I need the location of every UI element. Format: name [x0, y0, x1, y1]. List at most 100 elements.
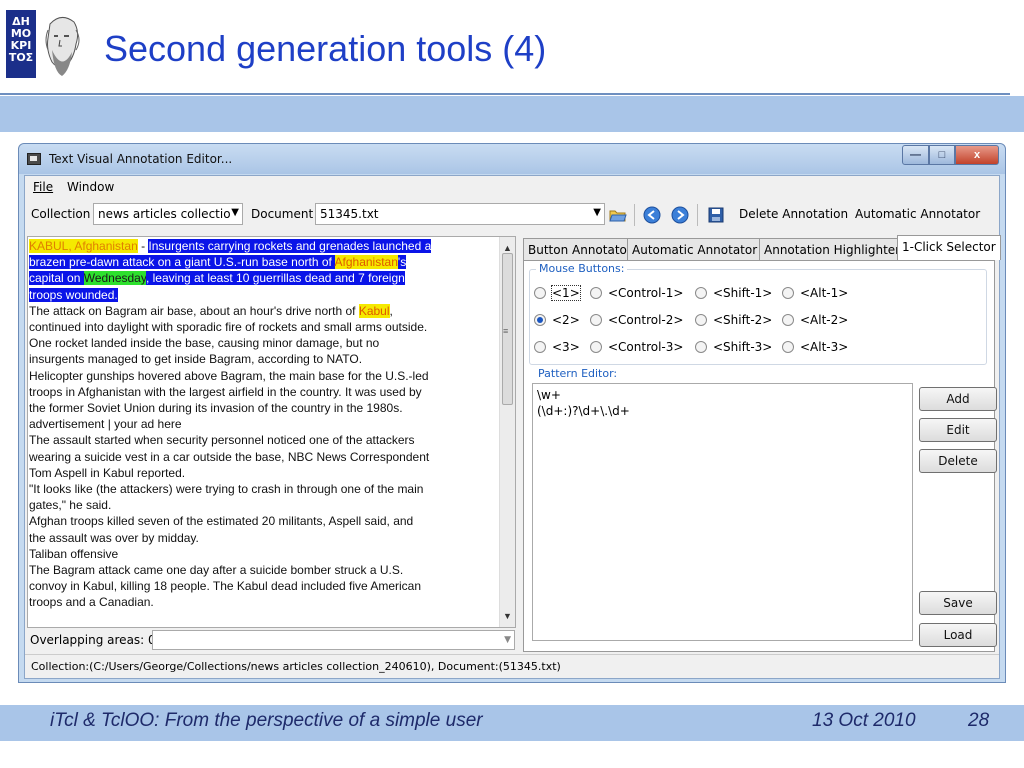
pattern-editor-textarea[interactable]: \w+ (\d+:)?\d+\.\d+	[532, 383, 913, 641]
radio-shift-3[interactable]: <Shift-3>	[695, 340, 772, 354]
radio-icon	[782, 341, 794, 353]
maximize-button[interactable]: □	[929, 145, 955, 165]
radio-icon	[590, 314, 602, 326]
footer-date: 13 Oct 2010	[812, 710, 916, 731]
app-window: Text Visual Annotation Editor... — □ x F…	[18, 143, 1006, 683]
chevron-down-icon: ▼	[231, 207, 239, 218]
window-controls: — □ x	[902, 145, 999, 165]
tab-content-1-click-selector: Mouse Buttons: <1> <Control-1> <Shift-1>…	[523, 260, 997, 652]
radio-icon	[695, 314, 707, 326]
automatic-annotator-button[interactable]: Automatic Annotator	[855, 207, 980, 221]
toolbar: Collection news articles collectio ▼ Doc…	[25, 198, 999, 230]
save-disk-icon[interactable]	[707, 206, 725, 224]
radio-icon	[695, 287, 707, 299]
radio-icon	[590, 287, 602, 299]
radio-shift-1[interactable]: <Shift-1>	[695, 286, 772, 300]
forward-arrow-icon[interactable]	[671, 206, 689, 224]
text-line: advertisement | your ad here	[29, 417, 182, 432]
radio-label: <3>	[552, 340, 580, 354]
portrait-image	[36, 10, 86, 80]
tab-1-click-selector[interactable]: 1-Click Selector	[897, 235, 1001, 260]
text-line: The attack on Bagram air base, about an …	[29, 303, 499, 319]
radio-control-2[interactable]: <Control-2>	[590, 313, 683, 327]
text-fragment: ,	[389, 303, 393, 318]
overlapping-areas-select[interactable]: ▼	[152, 630, 515, 650]
scroll-down-icon[interactable]: ▼	[503, 608, 512, 624]
selected-text: 's	[397, 255, 407, 270]
pattern-line: \w+	[537, 388, 561, 402]
delete-button[interactable]: Delete	[919, 449, 997, 473]
collection-select[interactable]: news articles collectio ▼	[93, 203, 243, 225]
selected-text: troops wounded.	[29, 287, 118, 302]
radio-icon	[695, 341, 707, 353]
radio-alt-1[interactable]: <Alt-1>	[782, 286, 848, 300]
radio-control-3[interactable]: <Control-3>	[590, 340, 683, 354]
text-line: Afghan troops killed seven of the estima…	[29, 514, 414, 529]
title-bar[interactable]: Text Visual Annotation Editor... — □ x	[19, 144, 1005, 174]
load-button[interactable]: Load	[919, 623, 997, 647]
mouse-buttons-group: Mouse Buttons: <1> <Control-1> <Shift-1>…	[529, 262, 987, 365]
overlapping-label-text: Overlapping areas:	[30, 633, 145, 647]
radio-icon	[782, 314, 794, 326]
minimize-button[interactable]: —	[902, 145, 929, 165]
text-line: Tom Aspell in Kabul reported.	[29, 465, 186, 480]
collection-label: Collection	[31, 207, 91, 221]
collection-value: news articles collectio	[98, 207, 231, 221]
text-line: continued into daylight with sporadic fi…	[29, 320, 428, 335]
text-fragment: -	[137, 239, 149, 253]
annotation-location[interactable]: Afghanistan	[334, 255, 398, 270]
radio-label: <Control-1>	[608, 286, 684, 300]
edit-button[interactable]: Edit	[919, 418, 997, 442]
text-line: troops in Afghanistan with the largest a…	[29, 384, 422, 399]
logo: ΔΗ ΜΟ ΚΡΙ ΤΟΣ	[6, 10, 86, 82]
pattern-line: (\d+:)?\d+\.\d+	[537, 404, 630, 418]
radio-selected-icon	[534, 314, 546, 326]
text-line: Taliban offensive	[29, 546, 119, 561]
radio-label: <Shift-3>	[713, 340, 773, 354]
radio-control-1[interactable]: <Control-1>	[590, 286, 683, 300]
annotation-location[interactable]: Kabul	[358, 303, 390, 318]
text-line: KABUL, Afghanistan - Insurgents carrying…	[29, 238, 499, 254]
radio-button-2[interactable]: <2>	[534, 313, 580, 327]
back-arrow-icon[interactable]	[643, 206, 661, 224]
open-folder-icon[interactable]	[609, 206, 627, 224]
logo-text: ΔΗ ΜΟ ΚΡΙ ΤΟΣ	[6, 10, 36, 78]
tab-annotation-highlighter[interactable]: Annotation Highlighter	[759, 238, 906, 260]
radio-alt-3[interactable]: <Alt-3>	[782, 340, 848, 354]
window-client: File Window Collection news articles col…	[24, 175, 1001, 679]
slide-title: Second generation tools (4)	[104, 28, 547, 69]
vertical-scrollbar[interactable]: ▲ ≡ ▼	[499, 237, 515, 627]
delete-annotation-button[interactable]: Delete Annotation	[739, 207, 848, 221]
text-line: Helicopter gunships hovered above Bagram…	[29, 368, 429, 383]
footer-caption: iTcl & TclOO: From the perspective of a …	[50, 710, 483, 731]
text-line: The Bagram attack came one day after a s…	[29, 563, 404, 578]
tab-automatic-annotator[interactable]: Automatic Annotator	[627, 238, 763, 260]
text-line: the assault was over by midday.	[29, 530, 199, 545]
menu-file[interactable]: File	[33, 180, 53, 194]
selected-text: Insurgents carrying rockets and grenades…	[148, 239, 432, 253]
toolbar-separator	[634, 204, 635, 226]
text-line: capital on Wednesday, leaving at least 1…	[29, 270, 499, 286]
add-button[interactable]: Add	[919, 387, 997, 411]
radio-button-3[interactable]: <3>	[534, 340, 580, 354]
selected-text: brazen pre-dawn attack on a giant U.S.-r…	[29, 255, 335, 270]
annotation-location[interactable]: KABUL, Afghanistan	[29, 239, 138, 253]
title-divider	[0, 93, 1010, 95]
document-text-area[interactable]: KABUL, Afghanistan - Insurgents carrying…	[27, 236, 516, 628]
text-line: troops wounded.	[29, 287, 499, 303]
radio-button-1[interactable]: <1>	[534, 285, 581, 301]
close-button[interactable]: x	[955, 145, 999, 165]
document-select[interactable]: 51345.txt ▼	[315, 203, 605, 225]
menu-window[interactable]: Window	[67, 180, 114, 194]
annotation-date[interactable]: Wednesday	[83, 271, 146, 286]
text-line: troops and a Canadian.	[29, 595, 154, 610]
document-text: KABUL, Afghanistan - Insurgents carrying…	[29, 238, 499, 611]
radio-alt-2[interactable]: <Alt-2>	[782, 313, 848, 327]
overlapping-areas: Overlapping areas: 0 ▼	[27, 630, 516, 650]
radio-shift-2[interactable]: <Shift-2>	[695, 313, 772, 327]
tab-button-annotator[interactable]: Button Annotator	[523, 238, 637, 260]
save-button[interactable]: Save	[919, 591, 997, 615]
text-line: The assault started when security person…	[29, 433, 415, 448]
radio-icon	[534, 287, 546, 299]
document-value: 51345.txt	[320, 207, 379, 221]
